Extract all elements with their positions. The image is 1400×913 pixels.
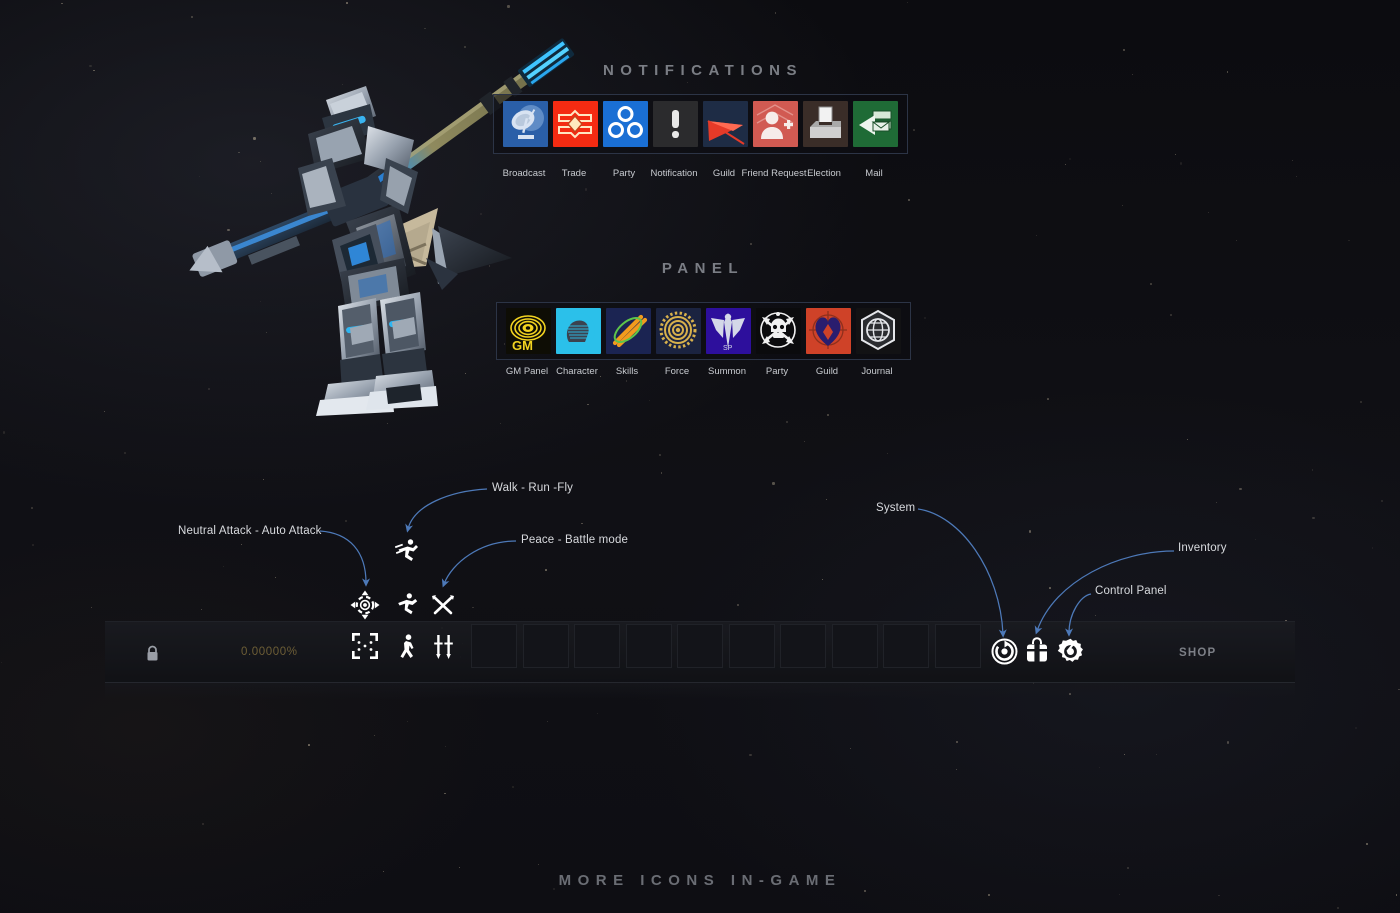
run-fly-icon[interactable] <box>393 538 421 566</box>
inventory-slot[interactable] <box>574 624 620 668</box>
mail-envelope-icon[interactable] <box>853 101 898 147</box>
notifications-title: NOTIFICATIONS <box>602 62 804 79</box>
panel-item-summon[interactable]: SP <box>706 308 751 354</box>
inventory-slot[interactable] <box>831 624 878 668</box>
panel-item-journal[interactable] <box>856 308 901 354</box>
character-head-icon[interactable] <box>556 308 601 354</box>
journal-globe-icon[interactable] <box>856 308 901 354</box>
notification-item-notification[interactable] <box>653 101 698 147</box>
inventory-slot[interactable] <box>883 624 929 668</box>
svg-text:SP: SP <box>723 345 733 352</box>
person-plus-icon[interactable] <box>753 101 798 147</box>
panel-item-party[interactable] <box>756 308 801 354</box>
annotation-peace-battle: Peace - Battle mode <box>521 534 629 546</box>
inventory-slot[interactable] <box>934 624 981 668</box>
progress-percent: 0.00000% <box>241 646 298 658</box>
notification-item-election[interactable] <box>803 101 848 147</box>
guild-crest-icon[interactable] <box>806 308 851 354</box>
annotation-walk-run-fly: Walk - Run -Fly <box>492 482 574 494</box>
notification-item-trade[interactable] <box>553 101 598 147</box>
notification-item-guild[interactable] <box>703 101 748 147</box>
battle-mode-icon[interactable] <box>431 593 455 617</box>
panel-strip: GM SP <box>496 302 911 360</box>
gm-eye-icon[interactable]: GM <box>506 308 551 354</box>
annotation-neutral-attack: Neutral Attack - Auto Attack <box>178 525 322 537</box>
panel-item-skills[interactable] <box>606 308 651 354</box>
panel-item-guild[interactable] <box>806 308 851 354</box>
peace-mode-icon[interactable] <box>432 634 456 660</box>
inventory-slot[interactable] <box>471 624 517 668</box>
annotation-control-panel: Control Panel <box>1095 585 1167 597</box>
lock-icon[interactable] <box>145 645 160 662</box>
annotation-inventory: Inventory <box>1178 542 1227 554</box>
force-gear-icon[interactable] <box>656 308 701 354</box>
panel-item-label: Journal <box>861 366 893 377</box>
trade-arrows-icon[interactable] <box>553 101 598 147</box>
system-button[interactable] <box>991 638 1018 665</box>
panel-item-character[interactable] <box>556 308 601 354</box>
notification-item-label: Mail <box>865 168 883 179</box>
auto-attack-icon[interactable] <box>350 590 380 620</box>
skills-orbit-icon[interactable] <box>606 308 651 354</box>
panel-item-gm-panel[interactable]: GM <box>506 308 551 354</box>
inventory-slot[interactable] <box>780 624 826 668</box>
inventory-slot[interactable] <box>728 624 775 668</box>
notification-item-friend-request[interactable] <box>753 101 798 147</box>
target-frame-icon[interactable] <box>352 633 378 659</box>
inventory-slot[interactable] <box>522 624 569 668</box>
footer-text: MORE ICONS IN-GAME <box>558 872 842 889</box>
notification-item-mail[interactable] <box>853 101 898 147</box>
notification-item-broadcast[interactable] <box>503 101 548 147</box>
exclamation-icon[interactable] <box>653 101 698 147</box>
run-icon[interactable] <box>394 592 420 618</box>
banner-flag-icon[interactable] <box>703 101 748 147</box>
hud-bar-shadow <box>105 683 1295 699</box>
panel-title: PANEL <box>661 260 745 277</box>
annotation-system: System <box>876 502 916 514</box>
walk-icon[interactable] <box>398 634 418 660</box>
inventory-button[interactable] <box>1025 637 1049 665</box>
control-panel-button[interactable] <box>1057 638 1084 665</box>
svg-text:GM: GM <box>512 338 533 353</box>
ballot-box-icon[interactable] <box>803 101 848 147</box>
summon-wings-icon[interactable]: SP <box>706 308 751 354</box>
panel-item-force[interactable] <box>656 308 701 354</box>
shop-label[interactable]: SHOP <box>1179 647 1216 659</box>
notifications-strip <box>493 94 908 154</box>
game-ui-screenshot: NOTIFICATIONS PANEL GM SP 0.00000% SHOP … <box>0 0 1400 913</box>
skull-axes-icon[interactable] <box>756 308 801 354</box>
inventory-slot[interactable] <box>625 624 672 668</box>
satellite-dish-icon[interactable] <box>503 101 548 147</box>
inventory-slot[interactable] <box>677 624 723 668</box>
notification-item-party[interactable] <box>603 101 648 147</box>
three-rings-icon[interactable] <box>603 101 648 147</box>
